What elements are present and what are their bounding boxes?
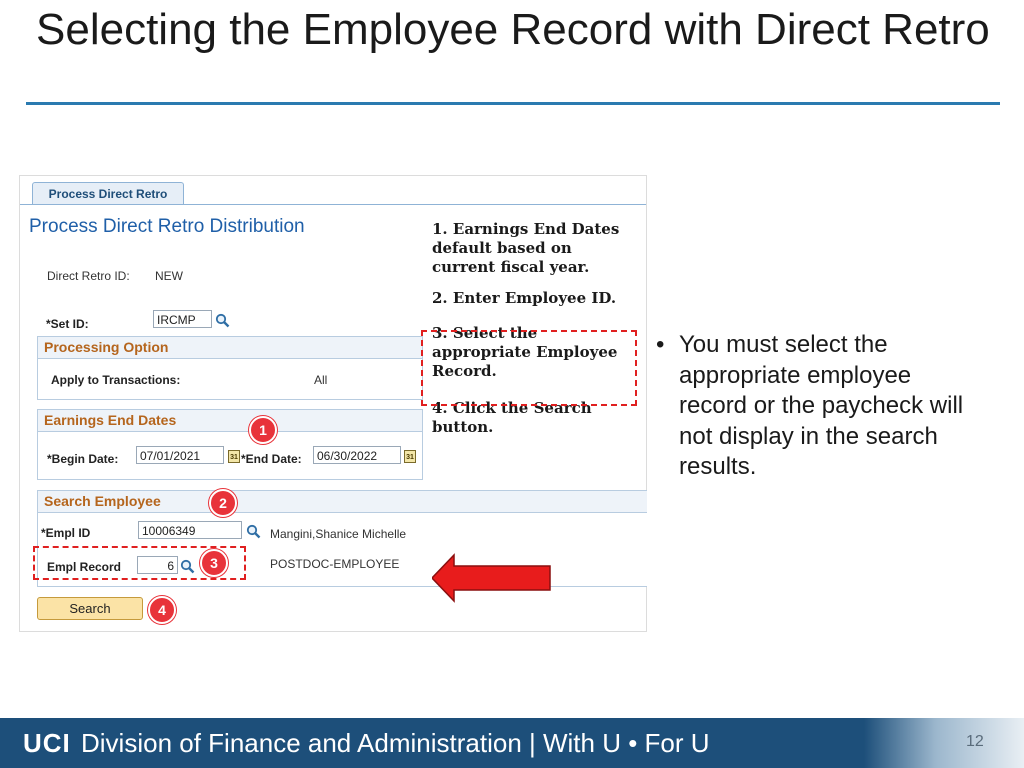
direct-retro-id-label: Direct Retro ID: xyxy=(47,269,130,283)
page-number: 12 xyxy=(966,733,984,750)
step-4-badge: 4 xyxy=(148,596,176,624)
processing-option-header: Processing Option xyxy=(38,337,422,359)
step-1-badge: 1 xyxy=(249,416,277,444)
arrow-left-icon xyxy=(432,553,551,603)
empl-id-field[interactable]: 10006349 xyxy=(138,521,242,539)
begin-date-field[interactable]: 07/01/2021 xyxy=(136,446,224,464)
search-employee-header: Search Employee xyxy=(38,491,647,513)
empl-id-label: *Empl ID xyxy=(41,526,91,540)
apply-to-transactions-value: All xyxy=(314,373,328,387)
calendar-icon[interactable]: 31 xyxy=(228,450,240,463)
search-icon[interactable] xyxy=(246,524,261,539)
direct-retro-id-value: NEW xyxy=(155,269,183,283)
tab-divider xyxy=(20,204,646,205)
footer-bar: UCI Division of Finance and Administrati… xyxy=(0,718,1024,768)
note-1: 1. Earnings End Dates default based on c… xyxy=(432,220,620,276)
job-description: POSTDOC-EMPLOYEE xyxy=(270,557,400,571)
earnings-end-dates-section: Earnings End Dates *Begin Date: 07/01/20… xyxy=(37,409,423,480)
earnings-end-dates-header: Earnings End Dates xyxy=(38,410,422,432)
processing-option-section: Processing Option Apply to Transactions:… xyxy=(37,336,423,400)
apply-to-transactions-label: Apply to Transactions: xyxy=(51,373,181,387)
bullet-text: You must select the appropriate employee… xyxy=(679,331,964,480)
step-3-badge: 3 xyxy=(200,549,228,577)
search-icon[interactable] xyxy=(215,313,230,328)
tab-process-direct-retro[interactable]: Process Direct Retro xyxy=(32,182,184,205)
bullet-marker: • xyxy=(656,331,665,358)
uci-logo: UCI xyxy=(23,728,71,758)
form-heading: Process Direct Retro Distribution xyxy=(29,216,305,237)
begin-date-label: *Begin Date: xyxy=(47,452,119,466)
direct-retro-screenshot: Process Direct Retro Process Direct Retr… xyxy=(19,175,647,632)
footer-tagline: Division of Finance and Administration |… xyxy=(81,728,710,758)
search-button[interactable]: Search xyxy=(37,597,143,620)
step-2-badge: 2 xyxy=(209,489,237,517)
calendar-icon[interactable]: 31 xyxy=(404,450,416,463)
set-id-label: *Set ID: xyxy=(46,317,89,331)
set-id-field[interactable]: IRCMP xyxy=(153,310,212,328)
footer-gradient xyxy=(864,718,1024,768)
employee-name: Mangini,Shanice Michelle xyxy=(270,527,407,541)
note-3-highlight xyxy=(421,330,637,406)
note-2: 2. Enter Employee ID. xyxy=(432,289,617,307)
slide-title: Selecting the Employee Record with Direc… xyxy=(36,5,990,54)
end-date-field[interactable]: 06/30/2022 xyxy=(313,446,401,464)
end-date-label: *End Date: xyxy=(241,452,302,466)
title-divider xyxy=(26,102,1000,105)
